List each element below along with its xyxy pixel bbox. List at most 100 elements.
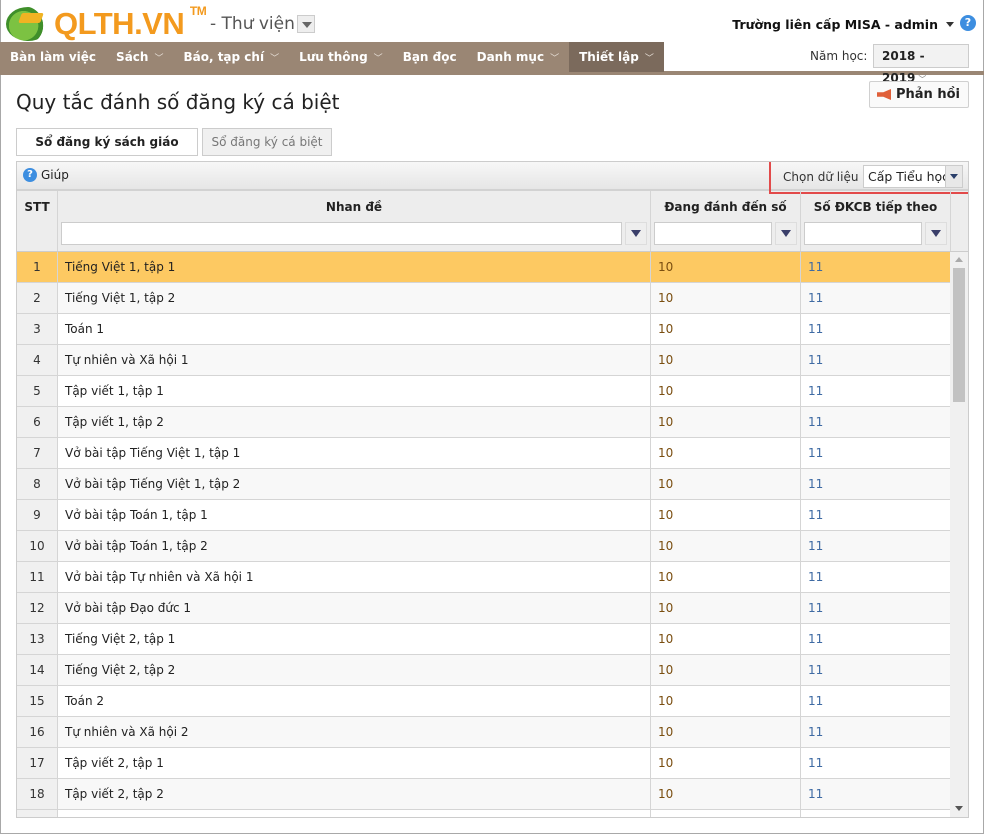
table-row[interactable]: 18 Tập viết 2, tập 2 10 11 [17, 779, 968, 810]
cell-stt: 11 [17, 562, 58, 592]
nav-item[interactable]: Thiết lập ﹀ [569, 42, 664, 72]
table-row[interactable] [17, 810, 968, 817]
nav-item[interactable]: Lưu thông ﹀ [289, 42, 393, 72]
logo-text: QLTH.VN TM [54, 4, 207, 41]
nav-item[interactable]: Danh mục ﹀ [467, 42, 570, 72]
cell-stt: 18 [17, 779, 58, 809]
choose-data-label: Chọn dữ liệu [783, 170, 859, 184]
filter-icon[interactable] [775, 222, 797, 245]
nav-item[interactable]: Báo cáo [664, 42, 737, 72]
year-label: Năm học: [810, 49, 868, 63]
nav-item-label: Bạn đọc [402, 50, 457, 64]
cell-next-number: 11 [801, 469, 951, 499]
nav-item[interactable]: Bàn làm việc [0, 42, 106, 72]
logo[interactable]: QLTH.VN TM [6, 4, 207, 42]
nav-item[interactable]: Sách ﹀ [106, 42, 173, 72]
table-row[interactable]: 17 Tập viết 2, tập 1 10 11 [17, 748, 968, 779]
scroll-down-icon[interactable] [955, 806, 963, 811]
nav-item-label: Thiết lập [579, 50, 639, 64]
table-row[interactable]: 5 Tập viết 1, tập 1 10 11 [17, 376, 968, 407]
scrollbar-thumb[interactable] [953, 268, 965, 402]
chevron-down-icon: ﹀ [550, 54, 560, 64]
current-number-filter-input[interactable] [654, 222, 772, 245]
cell-stt [17, 810, 58, 817]
cell-next-number: 11 [801, 283, 951, 313]
cell-stt: 6 [17, 407, 58, 437]
help-icon[interactable]: ? [960, 15, 976, 31]
grid-body: 1 Tiếng Việt 1, tập 1 10 11 2 Tiếng Việt 1, t… [17, 252, 968, 817]
table-row[interactable]: 9 Vở bài tập Toán 1, tập 1 10 11 [17, 500, 968, 531]
column-header-current-number[interactable]: Đang đánh đến số [651, 191, 801, 251]
table-row[interactable]: 16 Tự nhiên và Xã hội 2 10 11 [17, 717, 968, 748]
module-dropdown-icon[interactable] [297, 15, 315, 33]
nav-item-label: Lưu thông [299, 50, 368, 64]
cell-current-number: 10 [651, 531, 801, 561]
table-row[interactable]: 8 Vở bài tập Tiếng Việt 1, tập 2 10 11 [17, 469, 968, 500]
nav-item[interactable]: Bạn đọc [393, 42, 467, 72]
cell-current-number: 10 [651, 283, 801, 313]
nav-item-label: Báo cáo [673, 50, 727, 64]
cell-current-number: 10 [651, 748, 801, 778]
filter-icon[interactable] [925, 222, 947, 245]
caret-down-icon[interactable] [946, 22, 954, 31]
tab-individual-register[interactable]: Sổ đăng ký cá biệt [202, 128, 332, 156]
table-row[interactable]: 14 Tiếng Việt 2, tập 2 10 11 [17, 655, 968, 686]
cell-next-number: 11 [801, 624, 951, 654]
cell-next-number: 11 [801, 500, 951, 530]
chevron-down-icon: ﹀ [644, 54, 654, 64]
cell-next-number: 11 [801, 438, 951, 468]
cell-title: Vở bài tập Tiếng Việt 1, tập 1 [58, 438, 651, 468]
cell-current-number: 10 [651, 655, 801, 685]
chevron-down-icon: ﹀ [270, 54, 280, 64]
cell-current-number: 10 [651, 252, 801, 282]
table-row[interactable]: 1 Tiếng Việt 1, tập 1 10 11 [17, 252, 968, 283]
table-row[interactable]: 3 Toán 1 10 11 [17, 314, 968, 345]
cell-stt: 12 [17, 593, 58, 623]
table-row[interactable]: 6 Tập viết 1, tập 2 10 11 [17, 407, 968, 438]
cell-title: Vở bài tập Tiếng Việt 1, tập 2 [58, 469, 651, 499]
level-select[interactable]: Cấp Tiểu học [863, 165, 963, 188]
user-menu[interactable]: Trường liên cấp MISA - admin [732, 17, 938, 32]
table-row[interactable]: 11 Vở bài tập Tự nhiên và Xã hội 1 10 11 [17, 562, 968, 593]
cell-stt: 15 [17, 686, 58, 716]
table-row[interactable]: 7 Vở bài tập Tiếng Việt 1, tập 1 10 11 [17, 438, 968, 469]
title-filter-input[interactable] [61, 222, 622, 245]
table-row[interactable]: 4 Tự nhiên và Xã hội 1 10 11 [17, 345, 968, 376]
feedback-button[interactable]: Phản hồi [869, 81, 969, 108]
column-header-stt[interactable]: STT [17, 191, 58, 251]
vertical-scrollbar[interactable] [950, 252, 968, 817]
cell-title: Tự nhiên và Xã hội 1 [58, 345, 651, 375]
table-row[interactable]: 10 Vở bài tập Toán 1, tập 2 10 11 [17, 531, 968, 562]
table-row[interactable]: 13 Tiếng Việt 2, tập 1 10 11 [17, 624, 968, 655]
table-row[interactable]: 12 Vở bài tập Đạo đức 1 10 11 [17, 593, 968, 624]
cell-title: Tập viết 1, tập 1 [58, 376, 651, 406]
cell-next-number: 11 [801, 748, 951, 778]
cell-current-number: 10 [651, 469, 801, 499]
cell-title: Vở bài tập Toán 1, tập 1 [58, 500, 651, 530]
cell-current-number: 10 [651, 376, 801, 406]
cell-current-number: 10 [651, 717, 801, 747]
data-grid: ? Giúp Chọn dữ liệu Cấp Tiểu học STT Nhan… [16, 161, 969, 818]
scroll-up-icon[interactable] [955, 257, 963, 262]
cell-stt: 14 [17, 655, 58, 685]
nav-item[interactable]: Báo, tạp chí ﹀ [173, 42, 289, 72]
cell-stt: 8 [17, 469, 58, 499]
help-icon: ? [23, 168, 37, 182]
cell-next-number: 11 [801, 655, 951, 685]
cell-title: Toán 2 [58, 686, 651, 716]
graduation-cap-logo-icon [6, 7, 50, 41]
cell-next-number: 11 [801, 562, 951, 592]
help-button[interactable]: ? Giúp [23, 168, 69, 182]
cell-title: Tự nhiên và Xã hội 2 [58, 717, 651, 747]
cell-next-number: 11 [801, 531, 951, 561]
cell-title: Vở bài tập Tự nhiên và Xã hội 1 [58, 562, 651, 592]
next-number-filter-input[interactable] [804, 222, 922, 245]
filter-icon[interactable] [625, 222, 647, 245]
table-row[interactable]: 15 Toán 2 10 11 [17, 686, 968, 717]
cell-next-number: 11 [801, 376, 951, 406]
year-select[interactable]: 2018 - 2019 ﹀ [873, 44, 969, 85]
tab-textbook-register[interactable]: Sổ đăng ký sách giáo khoa [16, 128, 198, 175]
table-row[interactable]: 2 Tiếng Việt 1, tập 2 10 11 [17, 283, 968, 314]
column-header-next-number[interactable]: Số ĐKCB tiếp theo [801, 191, 951, 251]
column-header-title[interactable]: Nhan đề [58, 191, 651, 251]
